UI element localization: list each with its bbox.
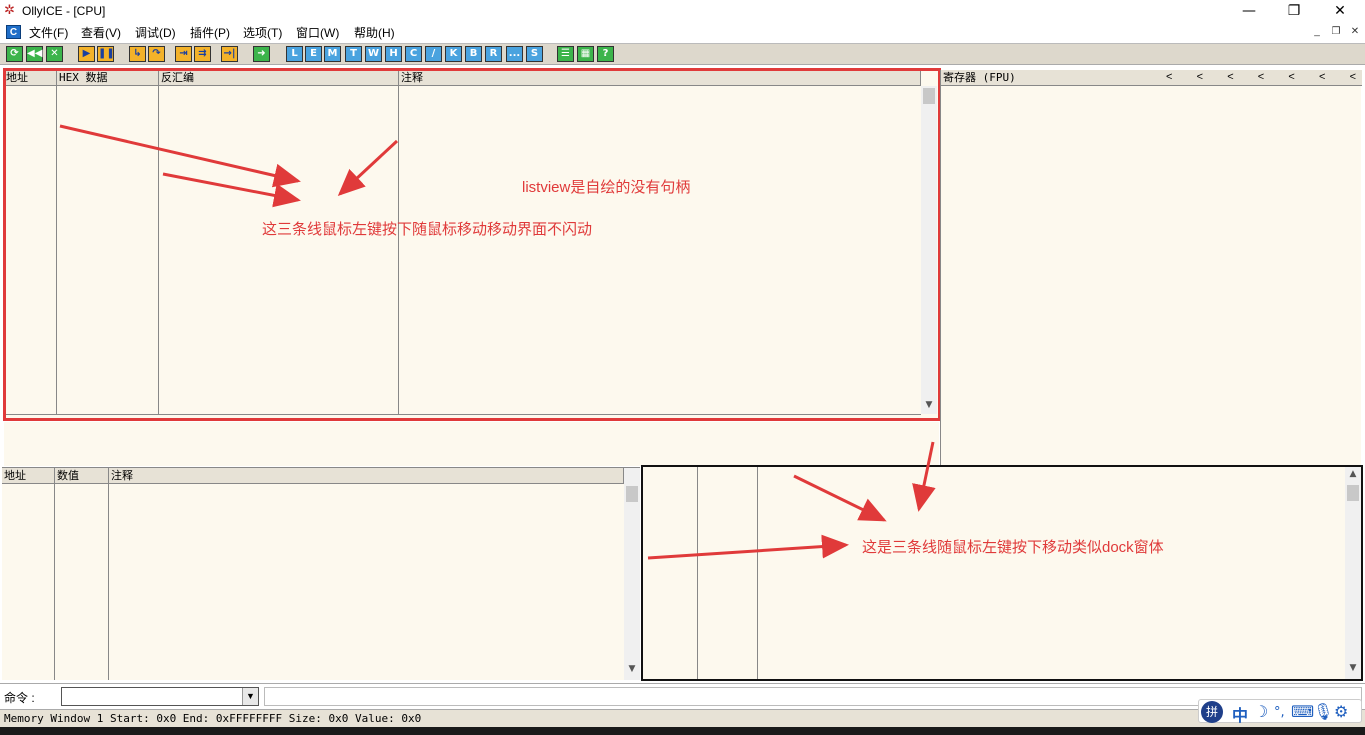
ime-moon-icon[interactable]: ☽ bbox=[1254, 702, 1268, 721]
ime-keyboard-icon[interactable]: ⌨ bbox=[1291, 702, 1314, 721]
ime-punctuation-icon[interactable]: °, bbox=[1274, 705, 1285, 720]
annotation-arrow bbox=[647, 534, 849, 560]
annotation-arrow bbox=[337, 139, 399, 197]
status-bar: Memory Window 1 Start: 0x0 End: 0xFFFFFF… bbox=[0, 709, 1365, 727]
dropdown-arrow-icon[interactable]: ▼ bbox=[242, 688, 258, 705]
ime-toolbar: 拼 中 ☽ °, ⌨ 🎙 ⚙ bbox=[1198, 699, 1362, 726]
annotation-arrow bbox=[59, 124, 301, 188]
command-label: 命令 : bbox=[4, 691, 35, 705]
ime-microphone-icon[interactable]: 🎙 bbox=[1313, 702, 1333, 721]
command-bar: 命令 : ▼ bbox=[0, 683, 1365, 709]
taskbar-strip bbox=[0, 727, 1365, 735]
annotation-arrow bbox=[793, 474, 887, 522]
annotation-arrow bbox=[162, 172, 301, 208]
annotation-lines-note: 这三条线鼠标左键按下随鼠标移动移动界面不闪动 bbox=[262, 221, 593, 238]
ime-settings-icon[interactable]: ⚙ bbox=[1334, 702, 1348, 721]
ime-logo-icon[interactable]: 拼 bbox=[1201, 701, 1223, 723]
annotation-listview-note: listview是自绘的没有句柄 bbox=[522, 179, 691, 196]
command-combobox[interactable]: ▼ bbox=[61, 687, 259, 706]
annotation-dock-note: 这是三条线随鼠标左键按下移动类似dock窗体 bbox=[862, 539, 1164, 556]
annotation-arrows bbox=[59, 124, 936, 560]
ime-chinese-mode-icon[interactable]: 中 bbox=[1232, 702, 1248, 726]
annotation-arrow bbox=[912, 441, 936, 512]
